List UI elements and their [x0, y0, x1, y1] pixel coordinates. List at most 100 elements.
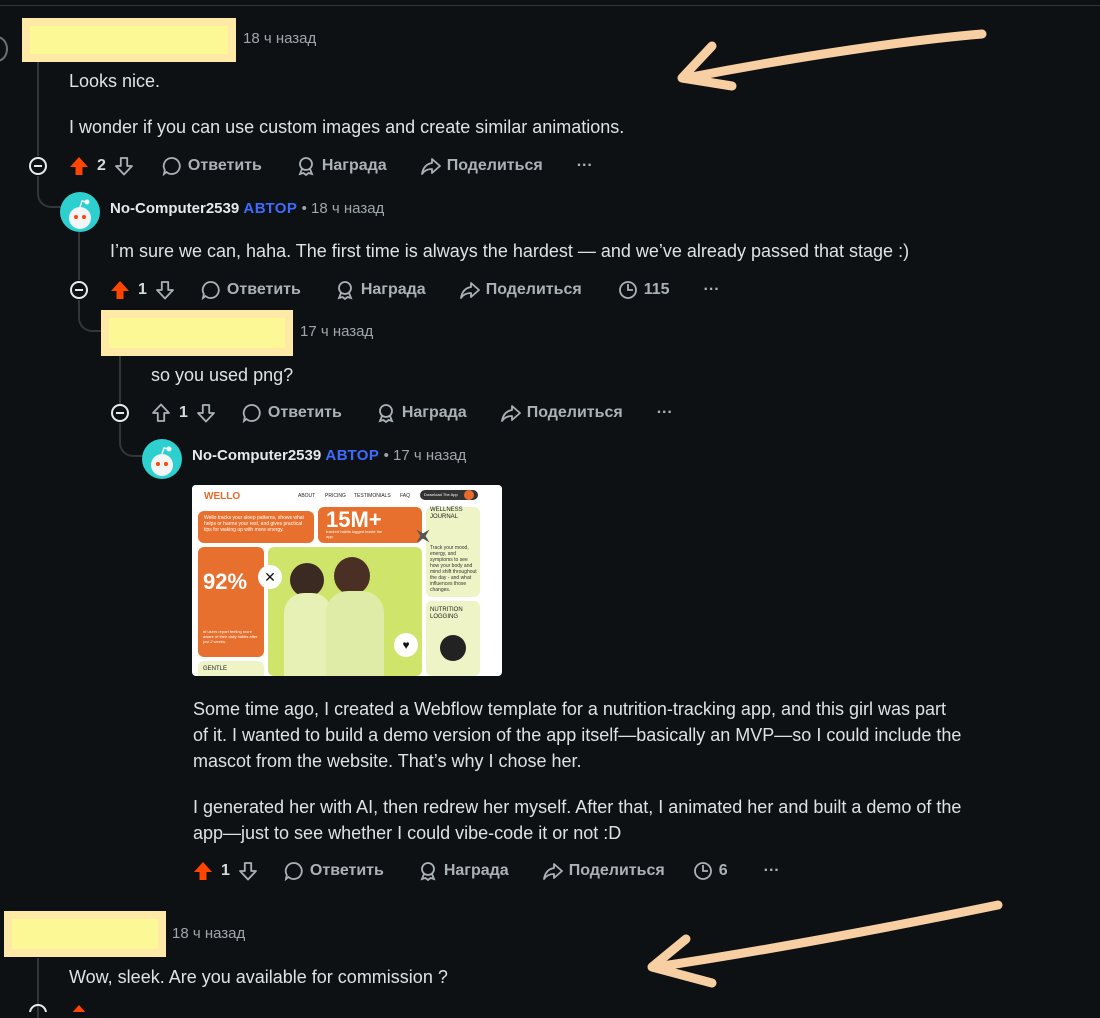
share-button[interactable]: Поделиться — [500, 403, 623, 423]
comment-actions: 2 Ответить Награда Поделиться ··· — [69, 152, 593, 180]
more-options-button[interactable]: ··· — [704, 281, 720, 299]
comment-actions: 1 Ответить Награда Поделиться ··· — [151, 399, 673, 427]
mock-nutrition-card: NUTRITION LOGGING — [426, 601, 480, 676]
mock-photo — [268, 547, 422, 676]
reply-button[interactable]: Ответить — [242, 403, 342, 423]
upvote-icon[interactable] — [110, 280, 130, 300]
reply-button[interactable]: Ответить — [201, 280, 301, 300]
comment-icon — [242, 404, 261, 423]
comment-meta: No-Computer2539 АВТОР • 18 ч назад — [110, 200, 384, 217]
comment-time: 17 ч назад — [300, 323, 374, 340]
redacted-username — [101, 310, 293, 356]
annotation-arrow — [647, 900, 1003, 988]
comment-image[interactable]: WELLO ABOUT PRICING TESTIMONIALS FAQ Dow… — [192, 485, 502, 676]
vote-count: 1 — [221, 862, 230, 879]
author-name[interactable]: No-Computer2539 — [192, 447, 321, 464]
share-button[interactable]: Поделиться — [459, 280, 582, 300]
mock-journal-card: WELLNESS JOURNAL Track your mood, energy… — [426, 507, 480, 597]
mock-card: Wello tracks your sleep patterns, shows … — [198, 511, 314, 543]
mock-nav-item: TESTIMONIALS — [354, 493, 391, 499]
comment-body: Some time ago, I created a Webflow templ… — [193, 696, 963, 846]
comment-time: 17 ч назад — [393, 447, 467, 464]
op-badge: АВТОР — [243, 200, 298, 217]
comment-body: so you used png? — [151, 362, 1051, 388]
thread-line — [78, 232, 80, 280]
mock-percent-card: 92% of users report feeling more aware o… — [198, 547, 264, 657]
share-icon — [500, 405, 521, 422]
thread-connector — [119, 423, 143, 457]
mock-nav-item: PRICING — [325, 493, 346, 499]
share-icon — [542, 863, 563, 880]
share-button[interactable]: Поделиться — [542, 861, 665, 881]
redacted-username — [4, 911, 166, 957]
more-options-button[interactable]: ··· — [577, 157, 593, 175]
snoo-avatar-icon — [151, 446, 173, 476]
downvote-icon[interactable] — [238, 861, 258, 881]
apple-icon — [440, 635, 466, 661]
comment-paragraph: I’m sure we can, haha. The first time is… — [110, 241, 910, 261]
mock-nav-item: ABOUT — [298, 493, 316, 499]
comment-paragraph: I generated her with AI, then redrew her… — [193, 797, 962, 843]
thread-connector — [37, 176, 61, 208]
comment-actions-partial — [29, 1004, 329, 1012]
comment-meta: No-Computer2539 АВТОР • 17 ч назад — [192, 447, 466, 464]
award-button[interactable]: Награда — [335, 280, 426, 300]
collapse-thread-button[interactable] — [29, 157, 47, 175]
views-stat: 6 — [693, 861, 728, 881]
award-icon — [298, 157, 314, 176]
snoo-avatar-icon — [69, 199, 91, 229]
views-icon — [693, 862, 712, 880]
reply-button[interactable]: Ответить — [162, 156, 262, 176]
share-button[interactable]: Поделиться — [420, 156, 543, 176]
avatar[interactable] — [142, 439, 182, 479]
mock-stat-card: 15M+ tracked habits logged inside the ap… — [318, 507, 422, 543]
more-options-button[interactable]: ··· — [657, 404, 673, 422]
vote-count: 1 — [138, 281, 147, 298]
comment-paragraph: so you used png? — [151, 365, 294, 385]
comment-body: I’m sure we can, haha. The first time is… — [110, 238, 1070, 264]
more-options-button[interactable]: ··· — [764, 862, 780, 880]
thread-line — [119, 356, 121, 404]
award-button[interactable]: Награда — [376, 403, 467, 423]
mock-gentle-card: GENTLE — [198, 661, 264, 676]
upvote-icon[interactable] — [193, 861, 213, 881]
downvote-icon[interactable] — [155, 280, 175, 300]
comment-icon — [162, 157, 181, 176]
op-badge: АВТОР — [325, 447, 380, 464]
thread-line — [37, 58, 39, 156]
comment-icon — [201, 281, 220, 300]
comment-actions: 1 Ответить Награда Поделиться 6 ··· — [193, 857, 780, 885]
views-icon — [618, 281, 637, 299]
collapse-thread-button[interactable] — [70, 281, 88, 299]
avatar[interactable] — [60, 192, 100, 232]
mock-logo: WELLO — [204, 491, 241, 502]
annotation-arrow — [677, 29, 987, 91]
comment-actions: 1 Ответить Награда Поделиться 115 ··· — [110, 276, 720, 304]
parent-avatar-edge — [0, 36, 8, 62]
downvote-icon[interactable] — [196, 403, 216, 423]
award-icon — [420, 862, 436, 881]
close-sticker-icon: ✕ — [258, 565, 282, 589]
mock-nav-item: FAQ — [400, 493, 411, 499]
comment-time: 18 ч назад — [311, 200, 385, 217]
downvote-icon[interactable] — [114, 156, 134, 176]
reply-button[interactable]: Ответить — [284, 861, 384, 881]
award-button[interactable]: Награда — [296, 156, 387, 176]
share-icon — [459, 282, 480, 299]
comment-icon — [284, 862, 303, 881]
comment-paragraph: I wonder if you can use custom images an… — [69, 117, 625, 137]
upvote-icon[interactable] — [69, 156, 89, 176]
award-icon — [378, 404, 394, 423]
award-button[interactable]: Награда — [418, 861, 509, 881]
vote-count: 2 — [97, 157, 106, 174]
collapse-thread-button[interactable] — [111, 404, 129, 422]
top-divider — [0, 5, 1100, 6]
author-name[interactable]: No-Computer2539 — [110, 200, 239, 217]
comment-paragraph: Some time ago, I created a Webflow templ… — [193, 699, 962, 771]
award-icon — [337, 281, 353, 300]
heart-sticker-icon: ♥ — [394, 633, 418, 657]
share-icon — [420, 158, 441, 175]
vote-count: 1 — [179, 404, 188, 421]
upvote-icon[interactable] — [151, 403, 171, 423]
redacted-username — [22, 18, 236, 62]
